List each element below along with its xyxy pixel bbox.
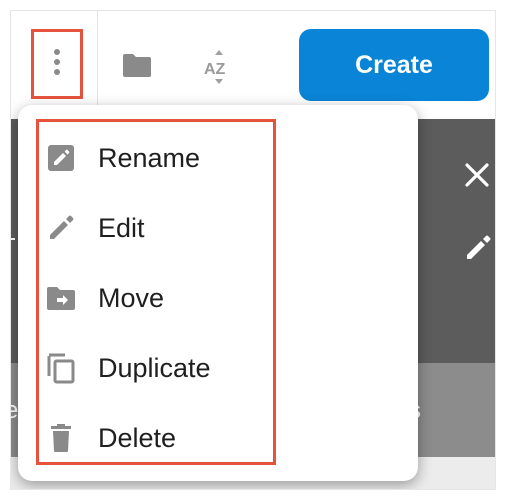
menu-item-label: Rename (98, 142, 201, 173)
menu-item-rename[interactable]: Rename (40, 128, 272, 188)
svg-text:AZ: AZ (204, 61, 226, 78)
sort-button[interactable]: AZ (199, 49, 239, 89)
toolbar-divider (97, 11, 98, 119)
edit-pencil-icon[interactable] (463, 233, 493, 263)
menu-item-delete[interactable]: Delete (40, 408, 272, 468)
folder-move-icon (44, 281, 78, 315)
folder-button[interactable] (119, 51, 155, 83)
menu-item-label: Move (98, 282, 165, 313)
more-vert-icon (53, 48, 61, 80)
duplicate-icon (44, 351, 78, 385)
app-frame: AZ Create e s (10, 10, 496, 490)
menu-item-label: Delete (98, 422, 177, 453)
menu-item-duplicate[interactable]: Duplicate (40, 338, 272, 398)
menu-item-label: Duplicate (98, 352, 211, 383)
trash-icon (44, 421, 78, 455)
more-options-button[interactable] (31, 29, 83, 99)
folder-icon (121, 52, 153, 83)
menu-item-label: Edit (98, 212, 145, 243)
context-menu: Rename Edit Move Duplicate Delete (18, 105, 418, 481)
menu-item-move[interactable]: Move (40, 268, 272, 328)
toolbar: AZ Create (11, 11, 495, 119)
pencil-icon (44, 211, 78, 245)
rename-icon (44, 141, 78, 175)
sort-az-icon: AZ (203, 48, 235, 91)
create-button[interactable]: Create (299, 29, 489, 101)
close-icon[interactable] (463, 161, 491, 189)
panel-divider-mark (11, 238, 15, 240)
menu-item-edit[interactable]: Edit (40, 198, 272, 258)
